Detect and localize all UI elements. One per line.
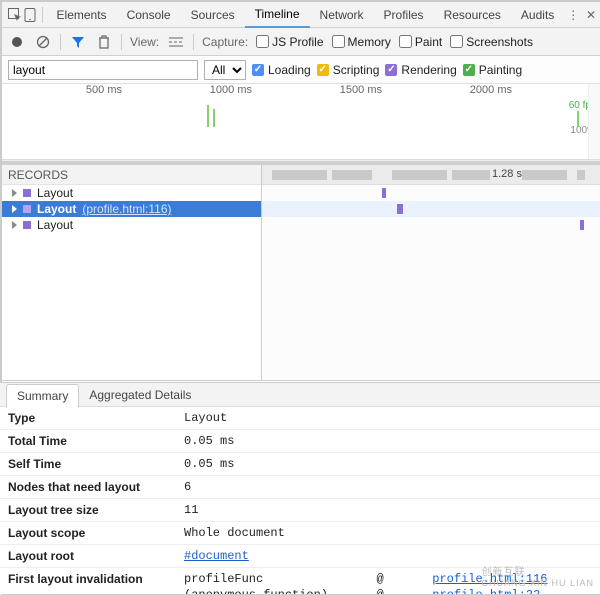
tab-resources[interactable]: Resources <box>434 2 511 27</box>
disclosure-triangle-icon[interactable] <box>12 221 17 229</box>
ruler-tick: 500 ms <box>86 84 122 96</box>
record-label: Layout <box>37 186 73 200</box>
detail-row-scope: Layout scopeWhole document <box>0 522 600 545</box>
flame-segment <box>452 170 490 180</box>
details-tab-aggregated[interactable]: Aggregated Details <box>79 384 201 406</box>
category-scripting[interactable]: ✓Scripting <box>317 63 380 77</box>
ruler-tick: 1000 ms <box>210 84 252 96</box>
flame-segment <box>577 170 585 180</box>
capture-screenshots-checkbox[interactable]: Screenshots <box>450 35 533 49</box>
view-label: View: <box>130 35 159 49</box>
details-tabs: Summary Aggregated Details <box>0 383 600 407</box>
disclosure-triangle-icon[interactable] <box>12 189 17 197</box>
filter-row: All ✓Loading ✓Scripting ✓Rendering ✓Pain… <box>2 56 600 84</box>
watermark: 创新互联 CHUANG XIN HU LIAN <box>481 563 594 588</box>
overview-scrollbar[interactable] <box>588 84 600 159</box>
record-row[interactable]: Layout <box>2 217 261 233</box>
category-loading-label: Loading <box>268 63 311 77</box>
record-label: Layout <box>37 202 76 216</box>
record-source-link[interactable]: (profile.html:116) <box>82 202 171 216</box>
tab-network[interactable]: Network <box>310 2 374 27</box>
tab-elements[interactable]: Elements <box>47 2 117 27</box>
detail-row-nodes: Nodes that need layout6 <box>0 476 600 499</box>
capture-memory-checkbox[interactable]: Memory <box>332 35 391 49</box>
capture-paint-label: Paint <box>415 35 442 49</box>
overview-spike <box>207 105 209 127</box>
flame-segment <box>272 170 327 180</box>
capture-screenshots-label: Screenshots <box>466 35 533 49</box>
capture-jsprofile-checkbox[interactable]: JS Profile <box>256 35 323 49</box>
tab-console[interactable]: Console <box>117 2 181 27</box>
clear-icon[interactable] <box>34 33 52 51</box>
flame-chart-header: 1.28 s <box>262 165 600 185</box>
more-menu-icon[interactable]: ⋮ <box>564 8 582 22</box>
separator <box>121 34 122 50</box>
flame-chart[interactable]: 1.28 s <box>262 165 600 380</box>
record-row[interactable]: Layout <box>2 185 261 201</box>
flame-duration-label: 1.28 s <box>492 168 522 180</box>
filter-input[interactable] <box>8 60 198 80</box>
tab-profiles[interactable]: Profiles <box>374 2 434 27</box>
detail-row-tree-size: Layout tree size11 <box>0 499 600 522</box>
flame-segment <box>332 170 372 180</box>
flame-mark[interactable] <box>382 188 386 198</box>
filter-icon[interactable] <box>69 33 87 51</box>
category-scripting-label: Scripting <box>333 63 380 77</box>
overview-spike <box>213 109 215 127</box>
flame-mark[interactable] <box>580 220 584 230</box>
tab-sources[interactable]: Sources <box>181 2 245 27</box>
close-icon[interactable]: ✕ <box>582 8 600 22</box>
devtools-tab-row: Elements Console Sources Timeline Networ… <box>2 2 600 28</box>
stack-fn: (anonymous function) <box>184 588 373 594</box>
tab-audits[interactable]: Audits <box>511 2 564 27</box>
device-toggle-icon[interactable] <box>23 5 38 25</box>
timeline-overview[interactable]: 500 ms 1000 ms 1500 ms 2000 ms 60 fps 10… <box>2 84 600 160</box>
record-swatch-icon <box>23 205 31 213</box>
category-rendering[interactable]: ✓Rendering <box>385 63 456 77</box>
detail-row-total-time: Total Time0.05 ms <box>0 430 600 453</box>
stack-source-link[interactable]: profile.html:22 <box>432 588 592 594</box>
record-row-selected[interactable]: Layout (profile.html:116) <box>2 201 261 217</box>
category-loading[interactable]: ✓Loading <box>252 63 311 77</box>
flame-segment <box>392 170 447 180</box>
capture-label: Capture: <box>202 35 248 49</box>
overview-spike <box>577 111 579 127</box>
separator <box>60 34 61 50</box>
view-mode-icon[interactable] <box>167 33 185 51</box>
separator <box>193 34 194 50</box>
record-swatch-icon <box>23 221 31 229</box>
flame-mark[interactable] <box>397 204 403 214</box>
tab-timeline[interactable]: Timeline <box>245 1 310 28</box>
ruler-tick: 1500 ms <box>340 84 382 96</box>
timeline-toolbar: View: Capture: JS Profile Memory Paint S… <box>2 28 600 56</box>
record-label: Layout <box>37 218 73 232</box>
category-rendering-label: Rendering <box>401 63 456 77</box>
ruler-tick: 2000 ms <box>470 84 512 96</box>
record-button-icon[interactable] <box>8 33 26 51</box>
record-type-select[interactable]: All <box>204 60 246 80</box>
disclosure-triangle-icon[interactable] <box>12 205 17 213</box>
stack-fn: profileFunc <box>184 572 373 586</box>
layout-root-link[interactable]: #document <box>184 549 249 563</box>
detail-row-type: TypeLayout <box>0 407 600 430</box>
category-painting-label: Painting <box>479 63 522 77</box>
details-tab-summary[interactable]: Summary <box>6 384 79 408</box>
category-painting[interactable]: ✓Painting <box>463 63 522 77</box>
capture-memory-label: Memory <box>348 35 391 49</box>
records-pane: RECORDS Layout Layout (profile.html:116)… <box>2 165 600 381</box>
flame-segment <box>522 170 567 180</box>
records-header: RECORDS <box>2 165 261 185</box>
separator <box>42 7 43 23</box>
record-swatch-icon <box>23 189 31 197</box>
capture-jsprofile-label: JS Profile <box>272 35 323 49</box>
garbage-icon[interactable] <box>95 33 113 51</box>
records-list: RECORDS Layout Layout (profile.html:116)… <box>2 165 262 380</box>
detail-row-self-time: Self Time0.05 ms <box>0 453 600 476</box>
overview-ruler: 500 ms 1000 ms 1500 ms 2000 ms <box>2 84 600 98</box>
inspect-element-icon[interactable] <box>8 5 23 25</box>
capture-paint-checkbox[interactable]: Paint <box>399 35 442 49</box>
